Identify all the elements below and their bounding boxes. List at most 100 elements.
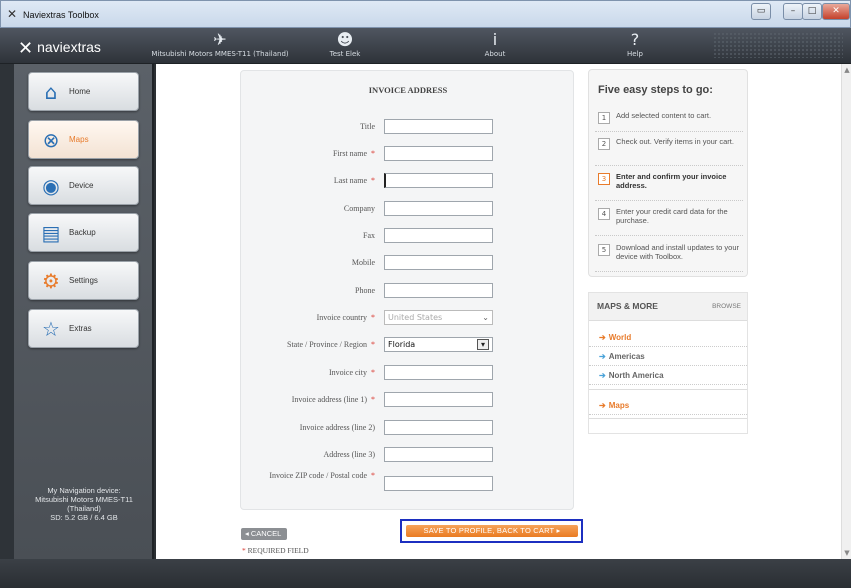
step-number: 3 <box>598 173 610 185</box>
bottom-bar <box>0 559 851 588</box>
field-input[interactable] <box>384 228 493 243</box>
scroll-down-icon[interactable]: ▼ <box>843 549 851 557</box>
star-icon: ☆ <box>42 317 60 341</box>
field-input[interactable] <box>384 476 493 491</box>
toolbar-user-button[interactable]: ☻ Test Elek <box>320 30 370 58</box>
maximize-button[interactable]: □ <box>802 3 822 20</box>
toolbar-about-label: About <box>484 50 506 58</box>
step-text: Check out. Verify items in your cart. <box>616 137 734 146</box>
toolbar-device-button[interactable]: ✈ Mitsubishi Motors MMES-T11 (Thailand) <box>150 30 290 58</box>
vertical-scrollbar[interactable]: ▲ ▼ <box>841 64 851 559</box>
field-input[interactable] <box>384 201 493 216</box>
toolbar-device-label: Mitsubishi Motors MMES-T11 (Thailand) <box>151 50 289 58</box>
field-input[interactable] <box>384 255 493 270</box>
main-content: INVOICE ADDRESS Title First name * Last nam… <box>156 64 841 559</box>
maps-more-header: MAPS & MORE BROWSE <box>589 293 747 321</box>
field-label-text: Phone <box>355 286 375 295</box>
field-input[interactable] <box>384 365 493 380</box>
save-to-profile-button[interactable]: SAVE TO PROFILE, BACK TO CART ▸ <box>406 525 578 537</box>
field-input[interactable] <box>384 283 493 298</box>
minimize-button[interactable]: – <box>783 3 803 20</box>
restore-button[interactable]: ▭ <box>751 3 771 20</box>
field-label-text: Company <box>343 204 375 213</box>
toolbar-about-button[interactable]: i About <box>470 30 520 58</box>
window-left-edge <box>0 64 14 559</box>
sidebar-item-label: Home <box>69 87 91 96</box>
close-button[interactable]: ✕ <box>822 3 850 20</box>
required-star: * <box>371 395 375 404</box>
field-label-text: Invoice ZIP code / Postal code <box>269 471 367 480</box>
form-row: Mobile <box>241 255 575 275</box>
toolbar-help-button[interactable]: ? Help <box>610 30 660 58</box>
required-note-text: REQUIRED FIELD <box>247 546 309 555</box>
field-label-text: Invoice country <box>316 313 367 322</box>
form-row: Phone <box>241 283 575 303</box>
required-star: * <box>371 176 375 185</box>
satellite-icon: ✈ <box>213 30 227 49</box>
field-input[interactable] <box>384 146 493 161</box>
maps-more-title: MAPS & MORE <box>597 301 658 311</box>
select-value: Florida <box>388 340 416 349</box>
cancel-button[interactable]: ◂ CANCEL <box>241 528 288 540</box>
maps-link-world[interactable]: ➔ World <box>589 329 747 347</box>
info-icon: i <box>492 30 498 49</box>
field-input[interactable] <box>384 119 493 134</box>
field-select[interactable]: United States ⌄ <box>384 310 493 325</box>
step-text: Enter and confirm your invoice address. <box>616 172 727 190</box>
browse-link[interactable]: BROWSE <box>712 303 741 310</box>
form-row: Invoice country * United States ⌄ <box>241 310 575 330</box>
step-item: 1 Add selected content to cart. <box>595 110 743 132</box>
field-label: Last name * <box>334 176 375 186</box>
field-input[interactable] <box>384 447 493 462</box>
help-icon: ? <box>630 30 640 49</box>
window-titlebar: ✕ Naviextras Toolbox ▭ – □ ✕ <box>0 0 851 28</box>
field-label: Invoice country * <box>317 313 375 323</box>
form-row: First name * <box>241 146 575 166</box>
step-number: 5 <box>598 244 610 256</box>
sidebar-item-backup[interactable]: ▤ Backup <box>28 213 139 252</box>
step-text: Add selected content to cart. <box>616 111 712 120</box>
required-star: * <box>371 149 375 158</box>
maps-divider <box>589 418 747 419</box>
field-input[interactable] <box>384 392 493 407</box>
field-select[interactable]: Florida ▾ <box>384 337 493 352</box>
home-icon: ⌂ <box>44 80 58 104</box>
step-number: 1 <box>598 112 610 124</box>
step-item: 4 Enter your credit card data for the pur… <box>595 206 743 236</box>
arrow-right-icon: ➔ <box>599 401 606 410</box>
sidebar-item-extras[interactable]: ☆ Extras <box>28 309 139 348</box>
field-input[interactable] <box>384 420 493 435</box>
maps-link-north-america[interactable]: ➔ North America <box>589 367 747 385</box>
sidebar-item-home[interactable]: ⌂ Home <box>28 72 139 111</box>
field-input[interactable] <box>384 173 493 188</box>
toolbar-decoration <box>713 32 843 58</box>
field-label: Company <box>344 204 375 214</box>
field-label-text: Invoice address (line 2) <box>299 423 375 432</box>
form-row: Title <box>241 119 575 139</box>
user-icon: ☻ <box>336 30 354 49</box>
form-row: Invoice ZIP code / Postal code * <box>241 471 575 496</box>
cancel-button-label: CANCEL <box>250 529 282 538</box>
maps-link-americas[interactable]: ➔ Americas <box>589 348 747 366</box>
sidebar-item-settings[interactable]: ⚙ Settings <box>28 261 139 300</box>
field-label-text: Fax <box>363 231 375 240</box>
sidebar-item-maps[interactable]: ⊗ Maps <box>28 120 139 159</box>
scroll-up-icon[interactable]: ▲ <box>843 66 851 74</box>
maps-link-maps[interactable]: ➔ Maps <box>589 397 747 415</box>
field-label-text: Address (line 3) <box>323 450 375 459</box>
field-label: Phone <box>355 286 375 296</box>
step-item: 5 Download and install updates to your de… <box>595 242 743 272</box>
step-text: Enter your credit card data for the purc… <box>616 207 728 225</box>
form-row: Last name * <box>241 173 575 193</box>
steps-panel: Five easy steps to go: 1 Add selected con… <box>588 69 748 277</box>
sidebar-item-label: Extras <box>69 324 92 333</box>
brand-x-icon: ✕ <box>18 38 34 58</box>
device-info: My Navigation device: Mitsubishi Motors … <box>18 486 150 522</box>
sidebar-item-device[interactable]: ◉ Device <box>28 166 139 205</box>
device-icon: ◉ <box>42 174 60 198</box>
top-toolbar: ✕ naviextras ✈ Mitsubishi Motors MMES-T11… <box>0 28 851 64</box>
save-button-highlight: SAVE TO PROFILE, BACK TO CART ▸ <box>400 519 583 543</box>
invoice-form: INVOICE ADDRESS Title First name * Last nam… <box>240 70 574 510</box>
backup-icon: ▤ <box>41 221 61 245</box>
form-title: INVOICE ADDRESS <box>368 85 448 95</box>
